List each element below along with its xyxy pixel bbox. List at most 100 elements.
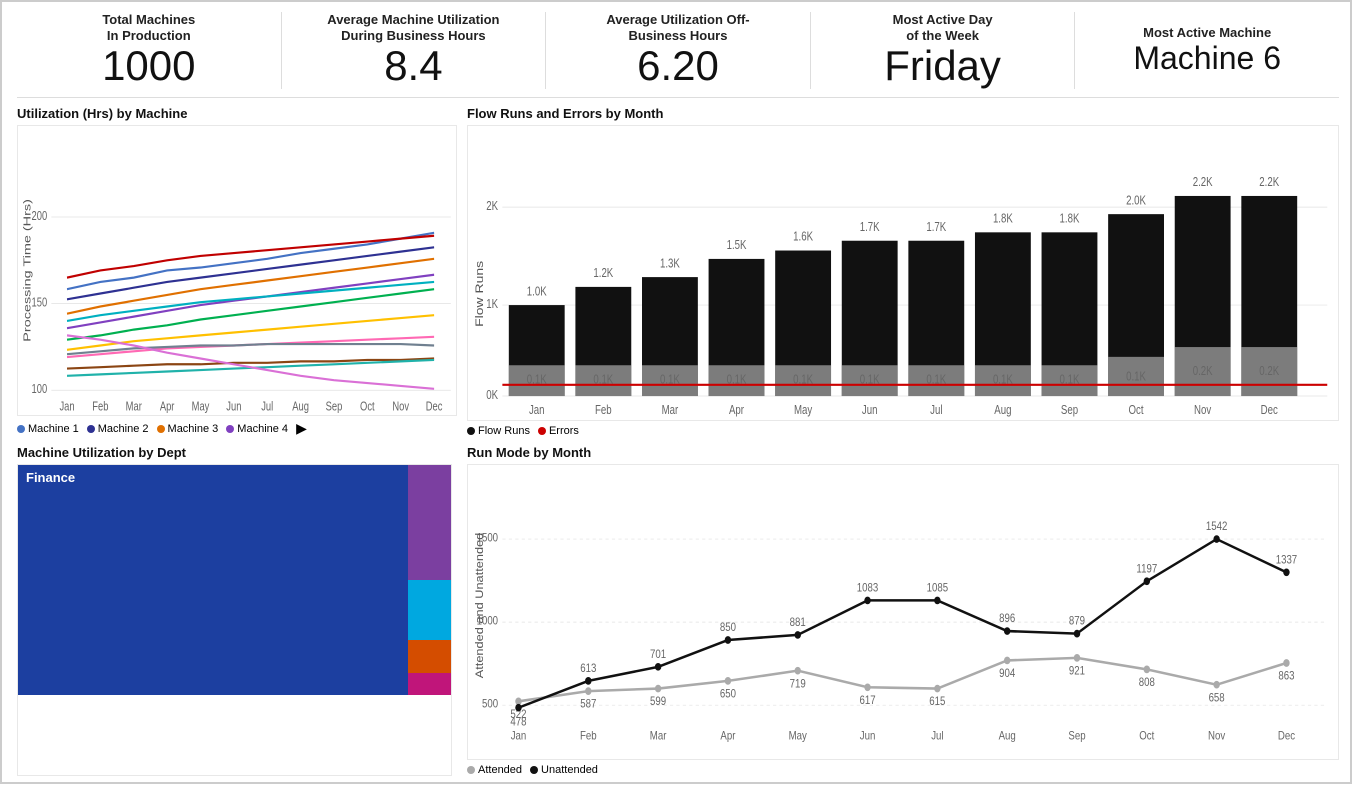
svg-text:1083: 1083 [857,582,879,595]
svg-text:May: May [794,404,813,417]
svg-text:719: 719 [790,678,806,691]
treemap-orange [408,640,452,673]
svg-text:Feb: Feb [595,404,612,417]
flow-runs-legend: Flow Runs Errors [467,425,1339,437]
svg-text:Nov: Nov [392,401,409,415]
flow-runs-title: Flow Runs and Errors by Month [467,106,1339,121]
kpi-total-machines: Total MachinesIn Production 1000 [17,12,282,89]
svg-text:Dec: Dec [1278,730,1296,743]
svg-text:Aug: Aug [999,730,1016,743]
charts-top-row: Utilization (Hrs) by Machine 100 150 200… [17,106,1339,437]
svg-text:Mar: Mar [126,401,142,415]
svg-text:0.2K: 0.2K [1259,365,1279,378]
svg-text:1085: 1085 [927,582,949,595]
legend-label-attended: Attended [478,764,522,776]
svg-text:1.2K: 1.2K [593,267,613,280]
charts-bottom-row: Machine Utilization by Dept Finance Run … [17,445,1339,776]
svg-text:904: 904 [999,668,1015,681]
svg-text:Oct: Oct [1139,730,1154,743]
legend-machine2: Machine 2 [87,423,149,435]
svg-text:Apr: Apr [729,404,744,417]
legend-dot-machine1 [17,425,25,433]
legend-machine4: Machine 4 [226,423,288,435]
svg-text:May: May [192,401,210,415]
svg-text:2K: 2K [486,200,498,213]
legend-errors: Errors [538,425,579,437]
kpi-avg-utilization-offbiz-value: 6.20 [556,43,800,89]
run-mode-legend: Attended Unattended [467,764,1339,776]
legend-flow-runs: Flow Runs [467,425,530,437]
svg-text:808: 808 [1139,676,1155,689]
kpi-most-active-day-value: Friday [821,43,1065,89]
treemap-pink [408,673,452,695]
svg-text:Dec: Dec [1261,404,1279,417]
svg-text:658: 658 [1209,692,1225,705]
legend-label-machine2: Machine 2 [98,423,149,435]
svg-text:Mar: Mar [650,730,667,743]
kpi-most-active-day-label: Most Active Dayof the Week [821,12,1065,43]
kpi-avg-utilization-offbiz-label: Average Utilization Off-Business Hours [556,12,800,43]
treemap-chart: Finance [17,464,452,776]
svg-text:Apr: Apr [720,730,735,743]
utilization-svg: 100 150 200 Processing Time (Hrs) Jan Fe… [18,126,456,415]
svg-text:Sep: Sep [1068,730,1085,743]
svg-text:Mar: Mar [662,404,679,417]
svg-text:Feb: Feb [92,401,108,415]
svg-text:850: 850 [720,622,736,635]
svg-text:Jul: Jul [261,401,273,415]
svg-text:1K: 1K [486,298,498,311]
legend-dot-machine3 [157,425,165,433]
legend-more-icon[interactable]: ▶ [296,420,307,437]
kpi-most-active-machine: Most Active Machine Machine 6 [1075,25,1339,76]
treemap-finance: Finance [18,465,408,695]
utilization-title: Utilization (Hrs) by Machine [17,106,457,121]
svg-text:Jun: Jun [226,401,241,415]
legend-machine1: Machine 1 [17,423,79,435]
treemap-panel: Machine Utilization by Dept Finance [17,445,457,776]
kpi-avg-utilization-biz: Average Machine UtilizationDuring Busine… [282,12,547,89]
legend-dot-machine2 [87,425,95,433]
legend-label-errors: Errors [549,425,579,437]
svg-text:0.1K: 0.1K [1126,371,1146,384]
svg-text:Jul: Jul [931,730,943,743]
legend-label-machine3: Machine 3 [168,423,219,435]
svg-text:617: 617 [859,694,875,707]
treemap-purple [408,465,452,580]
svg-text:613: 613 [580,662,596,675]
svg-text:879: 879 [1069,615,1085,628]
legend-unattended: Unattended [530,764,598,776]
svg-text:Nov: Nov [1208,730,1226,743]
svg-text:200: 200 [32,210,48,224]
svg-text:Attended and Unattended: Attended and Unattended [473,533,486,679]
svg-text:896: 896 [999,613,1015,626]
legend-label-flow-runs: Flow Runs [478,425,530,437]
svg-text:Jun: Jun [862,404,878,417]
svg-text:Jul: Jul [930,404,942,417]
svg-text:1542: 1542 [1206,521,1228,534]
kpi-total-machines-label: Total MachinesIn Production [27,12,271,43]
svg-text:650: 650 [720,688,736,701]
svg-text:0K: 0K [486,389,498,402]
svg-text:0.2K: 0.2K [1193,365,1213,378]
svg-text:2.2K: 2.2K [1259,176,1279,189]
treemap-blue [408,580,452,640]
svg-text:1.3K: 1.3K [660,258,680,271]
svg-text:Dec: Dec [426,401,443,415]
kpi-row: Total MachinesIn Production 1000 Average… [17,12,1339,98]
legend-label-unattended: Unattended [541,764,598,776]
svg-text:615: 615 [929,696,945,709]
svg-text:Apr: Apr [160,401,175,415]
utilization-legend: Machine 1 Machine 2 Machine 3 Machine 4 … [17,420,457,437]
kpi-most-active-day: Most Active Dayof the Week Friday [811,12,1076,89]
svg-text:100: 100 [32,383,48,397]
svg-text:Sep: Sep [1061,404,1078,417]
svg-text:Aug: Aug [994,404,1011,417]
utilization-panel: Utilization (Hrs) by Machine 100 150 200… [17,106,457,437]
svg-text:1197: 1197 [1136,563,1157,576]
legend-attended: Attended [467,764,522,776]
flow-runs-chart: 0K 1K 2K Flow Runs 1.0K [467,125,1339,421]
svg-text:921: 921 [1069,665,1085,678]
run-mode-svg: 500 1000 1500 Attended and Unattended [468,465,1338,759]
svg-text:1.6K: 1.6K [793,231,813,244]
svg-text:Nov: Nov [1194,404,1212,417]
